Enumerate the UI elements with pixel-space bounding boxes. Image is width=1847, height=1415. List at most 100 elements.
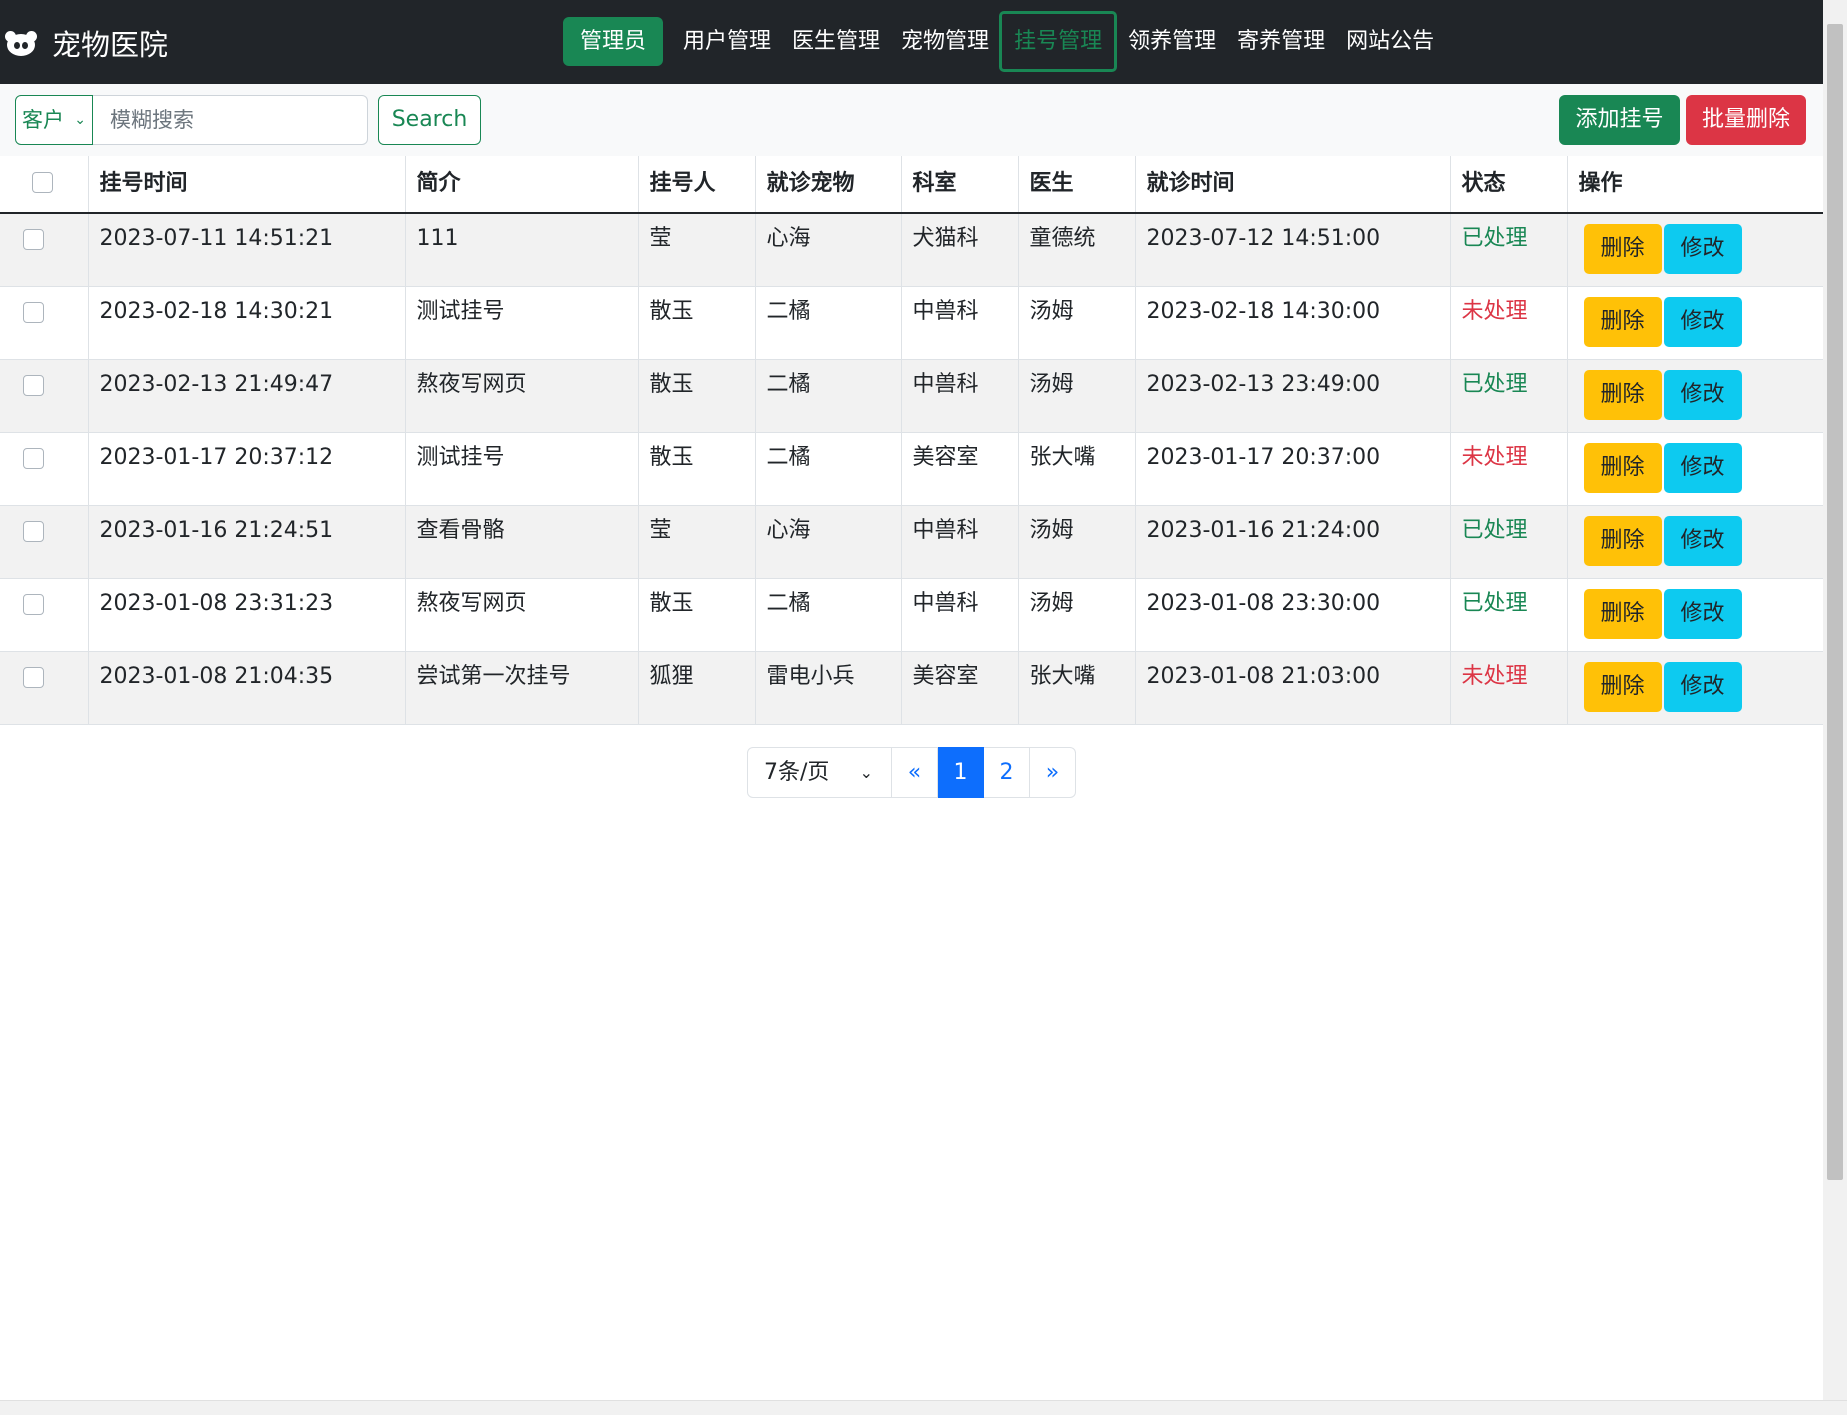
- row-select-cell: [0, 651, 88, 725]
- nav-adoption-management[interactable]: 领养管理: [1128, 11, 1216, 72]
- add-registration-button[interactable]: 添加挂号: [1559, 95, 1680, 145]
- cell-visit-time: 2023-01-08 21:03:00: [1134, 651, 1450, 725]
- cell-pet: 二橘: [754, 286, 901, 360]
- delete-button[interactable]: 删除: [1583, 296, 1662, 347]
- table-row: 2023-02-18 14:30:21 测试挂号 散玉 二橘 中兽科 汤姆 2023-02-…: [0, 286, 1823, 360]
- horizontal-scrollbar[interactable]: [0, 1400, 1847, 1415]
- nav-doctor-management[interactable]: 医生管理: [792, 11, 880, 72]
- table-row: 2023-01-16 21:24:51 查看骨骼莹心海 中兽科 汤姆 2023-01-1…: [0, 505, 1823, 579]
- registration-table: 挂号时间 简介 挂号人 就诊宠物 科室 医生 就诊时间 状态 操作 2023-0…: [0, 156, 1823, 725]
- cell-reg-time: 2023-02-18 14:30:21: [87, 286, 405, 360]
- next-page-button[interactable]: »: [1030, 747, 1076, 798]
- cell-intro: 熬夜写网页: [404, 359, 638, 433]
- chevron-down-icon: ⌄: [859, 763, 873, 782]
- cell-pet: 二橘: [754, 432, 901, 506]
- cell-registrant: 狐狸: [637, 651, 755, 725]
- header-visit-time: 就诊时间: [1134, 156, 1450, 214]
- nav-pet-management[interactable]: 宠物管理: [901, 11, 989, 72]
- row-select-cell: [0, 213, 88, 287]
- vertical-scrollbar[interactable]: [1823, 0, 1847, 1400]
- per-page-select[interactable]: 7条/页 ⌄: [747, 747, 892, 798]
- cell-pet: 二橘: [754, 359, 901, 433]
- table-row: 2023-07-11 14:51:21 111 莹心海 犬猫科 童德统 2023-07-1…: [0, 213, 1823, 287]
- edit-button[interactable]: 修改: [1663, 588, 1742, 639]
- cell-doctor: 汤姆: [1017, 359, 1135, 433]
- edit-button[interactable]: 修改: [1663, 369, 1742, 420]
- row-checkbox[interactable]: [23, 447, 44, 469]
- admin-button[interactable]: 管理员: [563, 17, 664, 66]
- edit-button[interactable]: 修改: [1663, 296, 1742, 347]
- cell-visit-time: 2023-01-17 20:37:00: [1134, 432, 1450, 506]
- select-all-checkbox[interactable]: [32, 171, 53, 193]
- cell-visit-time: 2023-02-13 23:49:00: [1134, 359, 1450, 433]
- row-checkbox[interactable]: [23, 520, 44, 542]
- table-row: 2023-01-08 23:31:23 熬夜写网页 散玉 二橘 中兽科 汤姆 2023-01…: [0, 578, 1823, 652]
- bulk-delete-button[interactable]: 批量删除: [1686, 95, 1806, 145]
- edit-button[interactable]: 修改: [1663, 515, 1742, 566]
- cell-doctor: 张大嘴: [1017, 651, 1135, 725]
- cell-status: 已处理: [1449, 505, 1567, 579]
- cell-reg-time: 2023-01-08 21:04:35: [87, 651, 405, 725]
- filter-select[interactable]: 客户 ⌄: [15, 95, 93, 145]
- cell-visit-time: 2023-01-16 21:24:00: [1134, 505, 1450, 579]
- row-checkbox[interactable]: [23, 666, 44, 688]
- row-actions: 删除 修改: [1566, 213, 1823, 287]
- search-button[interactable]: Search: [378, 95, 481, 145]
- header-registrant: 挂号人: [637, 156, 755, 214]
- nav-user-management[interactable]: 用户管理: [683, 11, 771, 72]
- cell-doctor: 汤姆: [1017, 505, 1135, 579]
- cell-status: 已处理: [1449, 578, 1567, 652]
- page-1-button[interactable]: 1: [938, 747, 984, 798]
- cell-reg-time: 2023-01-16 21:24:51: [87, 505, 405, 579]
- search-input[interactable]: 模糊搜索: [93, 95, 368, 145]
- select-all-cell: [0, 156, 88, 214]
- table-header-row: 挂号时间 简介 挂号人 就诊宠物 科室 医生 就诊时间 状态 操作: [0, 156, 1823, 214]
- edit-button[interactable]: 修改: [1663, 224, 1742, 274]
- cell-status: 未处理: [1449, 432, 1567, 506]
- scrollbar-thumb[interactable]: [1827, 24, 1843, 1180]
- cell-doctor: 童德统: [1017, 213, 1135, 287]
- delete-button[interactable]: 删除: [1583, 515, 1662, 566]
- header-department: 科室: [900, 156, 1018, 214]
- table-body: 2023-07-11 14:51:21 111 莹心海 犬猫科 童德统 2023-07-1…: [0, 213, 1823, 725]
- row-actions: 删除 修改: [1566, 578, 1823, 652]
- cell-intro: 111: [404, 213, 638, 287]
- cell-department: 中兽科: [900, 578, 1018, 652]
- row-checkbox[interactable]: [23, 229, 44, 250]
- panda-icon: [4, 26, 38, 60]
- prev-page-button[interactable]: «: [892, 747, 938, 798]
- header-pet: 就诊宠物: [754, 156, 901, 214]
- row-actions: 删除 修改: [1566, 359, 1823, 433]
- header-actions: 操作: [1566, 156, 1823, 214]
- row-checkbox[interactable]: [23, 301, 44, 323]
- chevron-down-icon: ⌄: [74, 112, 86, 128]
- nav-registration-management[interactable]: 挂号管理: [999, 11, 1118, 72]
- table-row: 2023-01-17 20:37:12 测试挂号 散玉 二橘 美容室 张大嘴 2023-01…: [0, 432, 1823, 506]
- nav-site-announcement[interactable]: 网站公告: [1346, 11, 1434, 72]
- cell-status: 已处理: [1449, 213, 1567, 287]
- nav-boarding-management[interactable]: 寄养管理: [1237, 11, 1325, 72]
- page-2-button[interactable]: 2: [984, 747, 1030, 798]
- delete-button[interactable]: 删除: [1583, 588, 1662, 639]
- delete-button[interactable]: 删除: [1583, 224, 1662, 274]
- row-select-cell: [0, 578, 88, 652]
- toolbar: 客户 ⌄ 模糊搜索 Search 添加挂号 批量删除: [0, 84, 1823, 156]
- filter-select-value: 客户: [22, 108, 64, 132]
- row-actions: 删除 修改: [1566, 505, 1823, 579]
- pagination: 7条/页 ⌄ « 1 2 »: [747, 747, 1076, 798]
- cell-visit-time: 2023-02-18 14:30:00: [1134, 286, 1450, 360]
- table-row: 2023-01-08 21:04:35 尝试第一次挂号 狐狸 雷电小兵 美容室 张大嘴 20…: [0, 651, 1823, 725]
- row-checkbox[interactable]: [23, 374, 44, 396]
- brand[interactable]: 宠物医院: [4, 22, 168, 64]
- delete-button[interactable]: 删除: [1583, 369, 1662, 420]
- header-status: 状态: [1449, 156, 1567, 214]
- cell-department: 中兽科: [900, 286, 1018, 360]
- cell-reg-time: 2023-01-08 23:31:23: [87, 578, 405, 652]
- top-navbar: 宠物医院 管理员 用户管理 医生管理 宠物管理 挂号管理 领养管理 寄养管理 网…: [0, 0, 1823, 84]
- cell-status: 未处理: [1449, 651, 1567, 725]
- edit-button[interactable]: 修改: [1663, 661, 1742, 712]
- edit-button[interactable]: 修改: [1663, 442, 1742, 493]
- delete-button[interactable]: 删除: [1583, 661, 1662, 712]
- row-checkbox[interactable]: [23, 593, 44, 615]
- delete-button[interactable]: 删除: [1583, 442, 1662, 493]
